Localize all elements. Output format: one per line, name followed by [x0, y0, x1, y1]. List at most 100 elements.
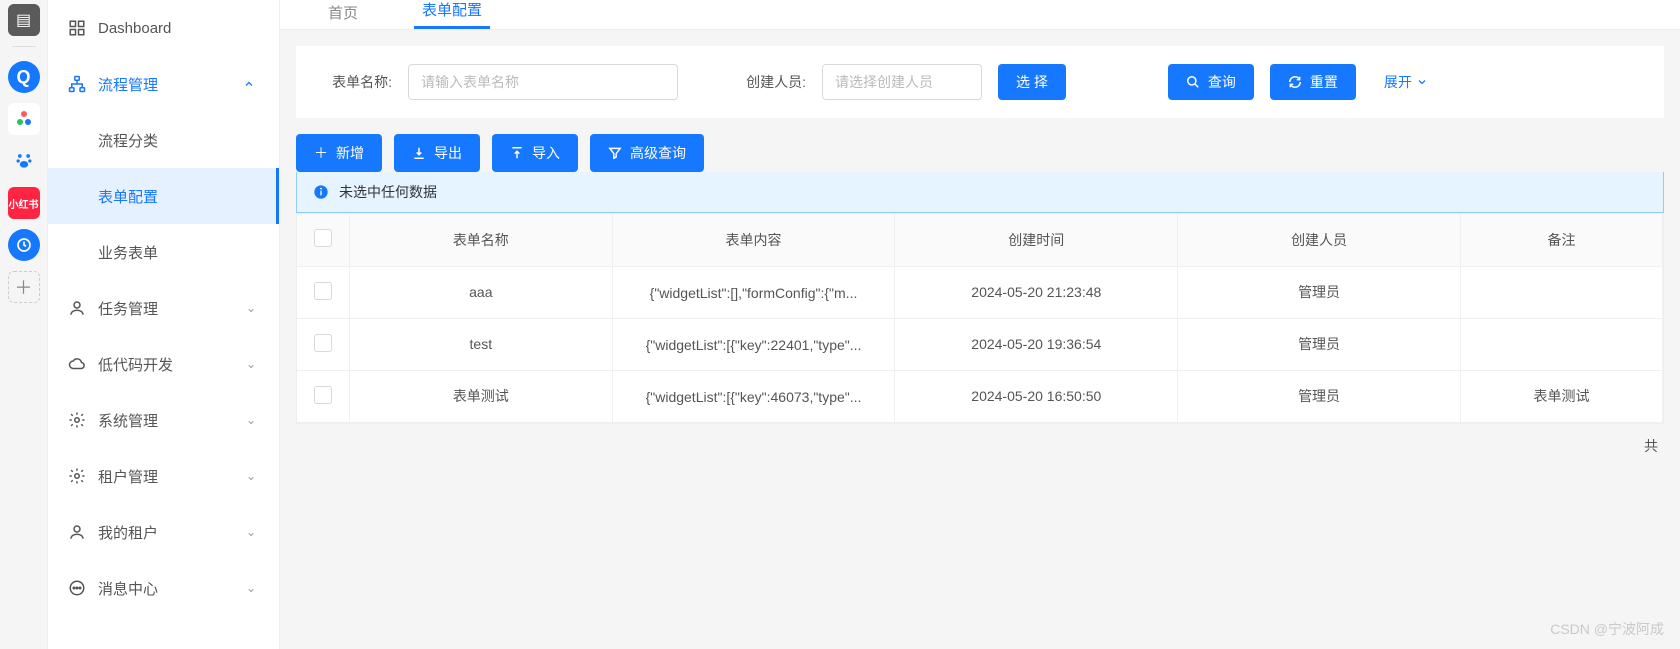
chevron-up-icon	[243, 78, 259, 90]
sidebar-item-system[interactable]: 系统管理 ⌄	[48, 392, 279, 448]
import-button[interactable]: 导入	[492, 134, 578, 172]
rail-browser-icon[interactable]: Q	[8, 61, 40, 93]
table-row[interactable]: aaa{"widgetList":[],"formConfig":{"m...2…	[297, 266, 1663, 318]
rail-separator	[12, 46, 36, 47]
rail-clock-icon[interactable]	[8, 229, 40, 261]
chevron-down-icon: ⌄	[243, 581, 259, 595]
filter-creator-input[interactable]	[822, 64, 982, 100]
table-row[interactable]: test{"widgetList":[{"key":22401,"type"..…	[297, 318, 1663, 370]
sidebar-item-workflow[interactable]: 流程管理	[48, 56, 279, 112]
advanced-search-button[interactable]: 高级查询	[590, 134, 704, 172]
select-all-checkbox[interactable]	[314, 229, 332, 247]
dashboard-icon	[68, 19, 86, 37]
toolbar: ＋ 新增 导出 导入 高级查询	[296, 134, 1664, 172]
info-icon	[313, 184, 329, 200]
search-icon	[1186, 75, 1200, 89]
cell-creator: 管理员	[1178, 370, 1461, 422]
filter-name-label: 表单名称:	[316, 72, 392, 92]
refresh-icon	[1288, 75, 1302, 89]
sidebar-item-label: 流程分类	[98, 130, 259, 151]
plus-icon: ＋	[314, 143, 328, 163]
sidebar-item-mytenant[interactable]: 我的租户 ⌄	[48, 504, 279, 560]
data-table: 表单名称 表单内容 创建时间 创建人员 备注 aaa{"widgetList":…	[296, 213, 1664, 424]
tab-home[interactable]: 首页	[320, 2, 366, 29]
tab-form-config[interactable]: 表单配置	[414, 0, 490, 29]
row-checkbox[interactable]	[314, 386, 332, 404]
sidebar-item-flow-category[interactable]: 流程分类	[48, 112, 279, 168]
cell-creator: 管理员	[1178, 318, 1461, 370]
row-checkbox[interactable]	[314, 334, 332, 352]
sidebar-item-label: 低代码开发	[98, 354, 231, 375]
rail-add-icon[interactable]: ＋	[8, 271, 40, 303]
export-icon	[412, 146, 426, 160]
new-button-label: 新增	[336, 143, 364, 163]
row-checkbox[interactable]	[314, 282, 332, 300]
expand-label: 展开	[1384, 72, 1412, 92]
col-header-name: 表单名称	[350, 214, 613, 266]
sidebar-item-label: Dashboard	[98, 20, 259, 37]
cell-note: 表单测试	[1460, 370, 1662, 422]
cell-note	[1460, 318, 1662, 370]
cell-content: {"widgetList":[{"key":46073,"type"...	[612, 370, 895, 422]
cell-name: aaa	[350, 266, 613, 318]
watermark: CSDN @宁波阿成	[1550, 619, 1664, 639]
chevron-down-icon	[1416, 76, 1428, 88]
chevron-down-icon: ⌄	[243, 301, 259, 315]
gear-icon	[68, 411, 86, 429]
advanced-search-label: 高级查询	[630, 143, 686, 163]
expand-toggle[interactable]: 展开	[1384, 72, 1428, 92]
cell-content: {"widgetList":[{"key":22401,"type"...	[612, 318, 895, 370]
cell-name: 表单测试	[350, 370, 613, 422]
rail-xiaohongshu-icon[interactable]: 小红书	[8, 187, 40, 219]
cloud-icon	[68, 355, 86, 373]
chevron-down-icon: ⌄	[243, 525, 259, 539]
selection-alert: 未选中任何数据	[296, 172, 1664, 213]
new-button[interactable]: ＋ 新增	[296, 134, 382, 172]
sidebar-item-form-config[interactable]: 表单配置	[48, 168, 279, 224]
cell-name: test	[350, 318, 613, 370]
sidebar-item-label: 任务管理	[98, 298, 231, 319]
col-header-time: 创建时间	[895, 214, 1178, 266]
icon-rail: ▤ Q 小红书 ＋	[0, 0, 48, 649]
import-button-label: 导入	[532, 143, 560, 163]
sidebar-item-lowcode[interactable]: 低代码开发 ⌄	[48, 336, 279, 392]
table-row[interactable]: 表单测试{"widgetList":[{"key":46073,"type"..…	[297, 370, 1663, 422]
select-button[interactable]: 选 择	[998, 64, 1066, 100]
rail-baidu-icon[interactable]	[8, 145, 40, 177]
search-button[interactable]: 查询	[1168, 64, 1254, 100]
export-button[interactable]: 导出	[394, 134, 480, 172]
cell-time: 2024-05-20 19:36:54	[895, 318, 1178, 370]
gear-icon	[68, 467, 86, 485]
reset-button-label: 重置	[1310, 72, 1338, 92]
table-header-row: 表单名称 表单内容 创建时间 创建人员 备注	[297, 214, 1663, 266]
workflow-icon	[68, 75, 86, 93]
rail-folder-icon[interactable]: ▤	[8, 4, 40, 36]
col-header-note: 备注	[1460, 214, 1662, 266]
sidebar-item-label: 表单配置	[98, 186, 259, 207]
sidebar-item-task[interactable]: 任务管理 ⌄	[48, 280, 279, 336]
sidebar: Dashboard 流程管理 流程分类 表单配置 业务表单	[48, 0, 280, 649]
sidebar-item-label: 业务表单	[98, 242, 259, 263]
sidebar-item-business-form[interactable]: 业务表单	[48, 224, 279, 280]
rail-app-icon[interactable]	[8, 103, 40, 135]
chevron-down-icon: ⌄	[243, 357, 259, 371]
message-icon	[68, 579, 86, 597]
sidebar-item-dashboard[interactable]: Dashboard	[48, 0, 279, 56]
filter-name-input[interactable]	[408, 64, 678, 100]
main-content: 首页 表单配置 表单名称: 创建人员: 选 择 查询 重置	[280, 0, 1680, 649]
sidebar-submenu-workflow: 流程分类 表单配置 业务表单	[48, 112, 279, 280]
chevron-down-icon: ⌄	[243, 413, 259, 427]
cell-content: {"widgetList":[],"formConfig":{"m...	[612, 266, 895, 318]
tab-bar: 首页 表单配置	[280, 0, 1680, 30]
sidebar-item-label: 租户管理	[98, 466, 231, 487]
sidebar-item-tenant[interactable]: 租户管理 ⌄	[48, 448, 279, 504]
reset-button[interactable]: 重置	[1270, 64, 1356, 100]
cell-time: 2024-05-20 16:50:50	[895, 370, 1178, 422]
sidebar-item-message[interactable]: 消息中心 ⌄	[48, 560, 279, 616]
filter-bar: 表单名称: 创建人员: 选 择 查询 重置 展开	[296, 46, 1664, 118]
sidebar-item-label: 我的租户	[98, 522, 231, 543]
user-icon	[68, 523, 86, 541]
col-header-content: 表单内容	[612, 214, 895, 266]
pagination-total: 共	[296, 436, 1664, 456]
cell-creator: 管理员	[1178, 266, 1461, 318]
